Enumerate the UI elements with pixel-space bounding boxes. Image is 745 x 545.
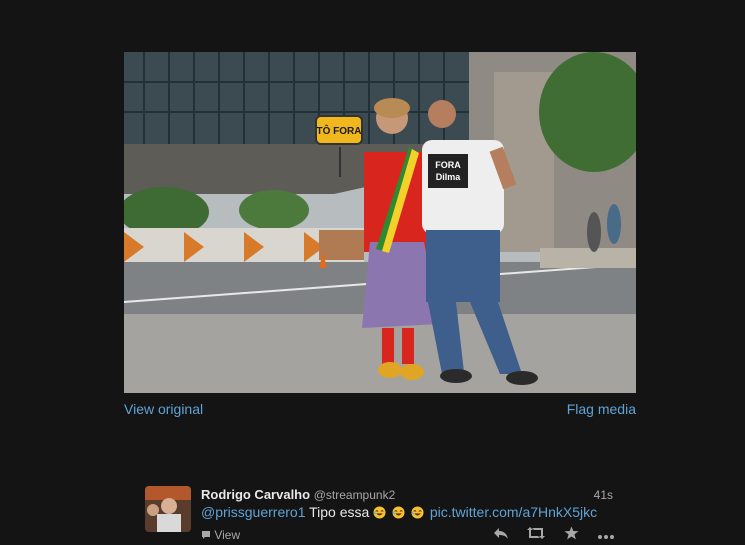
media-photo[interactable]: TÔ FORA FORA Dilma [124,52,636,393]
laughing-face-icon [373,506,386,519]
retweet-icon [527,527,546,539]
laughing-face-icon [392,506,405,519]
tweet-text-body: Tipo essa [305,504,374,520]
view-media-toggle[interactable]: View [201,528,240,542]
tweet-fullname[interactable]: Rodrigo Carvalho [201,487,310,502]
more-icon [598,535,614,539]
speech-bubble-icon [202,531,210,539]
reply-button[interactable] [493,526,509,545]
tweet-header: Rodrigo Carvalho @streampunk2 [201,487,395,502]
view-original-link[interactable]: View original [124,401,203,417]
tweet[interactable]: Rodrigo Carvalho @streampunk2 41s @priss… [145,486,615,543]
laughing-face-icon [411,506,424,519]
avatar[interactable] [145,486,191,532]
tweet-actions [479,526,615,542]
media-links: View original Flag media [124,401,636,419]
tweet-username[interactable]: @streampunk2 [314,488,396,502]
tweet-mention-link[interactable]: @prissguerrero1 [201,504,305,520]
star-icon [564,526,579,540]
favorite-button[interactable] [564,526,579,545]
tweet-pic-link[interactable]: pic.twitter.com/a7HnkX5jkc [430,504,597,520]
retweet-button[interactable] [527,526,546,545]
emoji-group [373,504,430,520]
shirt-text-fora: FORA [435,160,461,170]
more-button[interactable] [597,527,615,545]
view-label: View [214,528,241,542]
shirt-text-dilma: Dilma [436,172,462,182]
photo-sign-text: TÔ FORA [317,124,362,137]
tweet-text: @prissguerrero1 Tipo essa pic.twitter.co… [201,504,597,520]
reply-icon [493,528,508,539]
tweet-timestamp[interactable]: 41s [594,488,613,502]
flag-media-link[interactable]: Flag media [567,401,636,417]
